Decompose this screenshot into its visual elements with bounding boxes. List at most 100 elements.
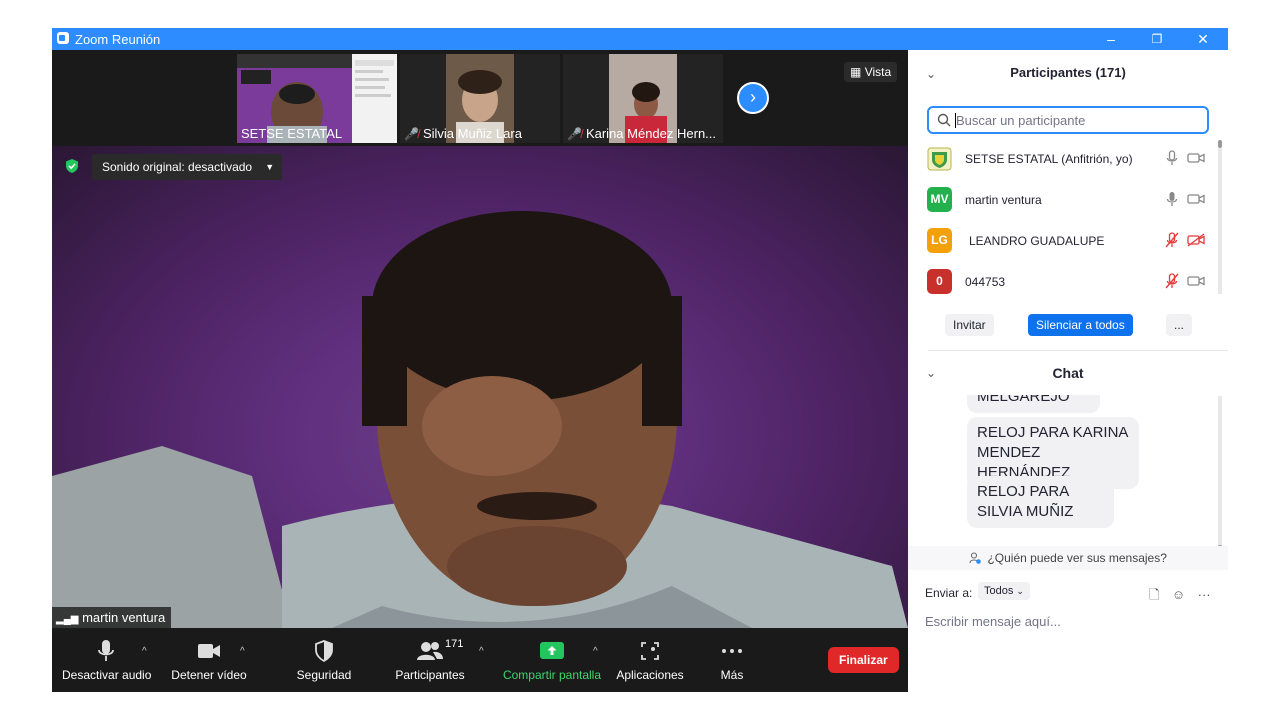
thumbnail-tile[interactable]: 🎤̸ Silvia Muñiz Lara xyxy=(400,54,560,143)
participant-name: 044753 xyxy=(965,275,1006,289)
participants-count: 171 xyxy=(445,638,464,650)
original-sound-label: Sonido original: desactivado xyxy=(102,160,253,174)
meeting-toolbar: Desactivar audio ^ Detener vídeo ^ Segur… xyxy=(52,628,908,692)
thumbnail-name: SETSE ESTATAL xyxy=(241,126,343,141)
chat-message: RELOJ PARA SILVIA MUÑIZ xyxy=(967,476,1114,528)
window-title: Zoom Reunión xyxy=(75,32,161,47)
participants-header: ⌄ Participantes (171) xyxy=(908,50,1228,96)
side-panel: ⌄ Participantes (171) Buscar un particip… xyxy=(908,50,1228,692)
participant-logo-avatar xyxy=(927,147,952,171)
grid-icon: ▦ xyxy=(850,65,862,79)
person-info-icon xyxy=(969,552,981,564)
participant-avatar: LG xyxy=(927,228,952,253)
thumbnail-strip: SETSE ESTATAL 🎤̸ Silvia Muñiz Lara 🎤̸ Ka… xyxy=(52,50,908,146)
zoom-app-icon xyxy=(57,32,69,44)
participants-icon xyxy=(417,642,443,660)
stop-video-label: Detener vídeo xyxy=(171,668,247,682)
participant-name: SETSE ESTATAL (Anfitrión, yo) xyxy=(965,152,1133,166)
participant-list: SETSE ESTATAL (Anfitrión, yo) MV martin … xyxy=(908,138,1228,298)
security-label: Seguridad xyxy=(296,668,352,682)
chat-messages: MELGAREJO RELOJ PARA KARINA MENDEZ HERNÁ… xyxy=(908,395,1220,545)
participant-name: martin ventura xyxy=(965,193,1042,207)
participants-title: Participantes (171) xyxy=(1010,65,1126,80)
participants-label: Participantes xyxy=(395,668,465,682)
end-meeting-button[interactable]: Finalizar xyxy=(828,647,899,673)
caret-down-icon: ▼ xyxy=(265,162,275,172)
mic-on-icon[interactable] xyxy=(1165,150,1179,166)
mic-muted-icon: 🎤̸ xyxy=(404,127,419,141)
recipient-value: Todos xyxy=(984,585,1014,597)
participants-button[interactable]: 171 Participantes xyxy=(394,638,466,682)
thumbnail-tile[interactable]: 🎤̸ Karina Méndez Hern... xyxy=(563,54,723,143)
emoji-icon[interactable]: ☺ xyxy=(1172,587,1185,602)
message-visibility-link[interactable]: ¿Quién puede ver sus mensajes? xyxy=(908,546,1228,570)
participant-row[interactable]: LG LEANDRO GUADALUPE xyxy=(908,220,1218,261)
participant-row[interactable]: 0 044753 xyxy=(908,261,1218,302)
visibility-label: ¿Quién puede ver sus mensajes? xyxy=(987,551,1167,565)
original-sound-toggle[interactable]: Sonido original: desactivado ▼ xyxy=(92,154,283,180)
mute-label: Desactivar audio xyxy=(62,668,152,682)
participant-avatar: MV xyxy=(927,187,952,212)
share-screen-button[interactable]: Compartir pantalla xyxy=(502,638,602,682)
mic-muted-icon[interactable] xyxy=(1165,232,1179,248)
camera-on-icon[interactable] xyxy=(1187,151,1205,165)
signal-bars-icon: ▂▄▆ xyxy=(56,614,79,625)
restore-button[interactable]: ❐ xyxy=(1134,28,1180,50)
camera-on-icon[interactable] xyxy=(1187,192,1205,206)
chat-message-input[interactable]: Escribir mensaje aquí... xyxy=(925,614,1061,629)
view-label: Vista xyxy=(864,65,892,79)
recipient-dropdown[interactable]: Todos ⌄ xyxy=(978,582,1030,600)
close-button[interactable]: ✕ xyxy=(1180,28,1226,50)
stop-video-button[interactable]: Detener vídeo xyxy=(170,638,248,682)
minimize-button[interactable]: – xyxy=(1088,28,1134,50)
invite-button[interactable]: Invitar xyxy=(945,314,994,336)
participant-name: LEANDRO GUADALUPE xyxy=(969,234,1105,248)
more-button[interactable]: Más xyxy=(712,638,752,682)
more-options-button[interactable]: ... xyxy=(1166,314,1193,336)
search-icon xyxy=(937,113,951,127)
chat-message: MELGAREJO xyxy=(967,395,1100,413)
more-label: Más xyxy=(720,668,744,682)
security-button[interactable]: Seguridad xyxy=(294,638,354,682)
security-shield-icon xyxy=(66,159,78,173)
chat-scrollbar[interactable] xyxy=(1217,396,1223,551)
mute-all-button[interactable]: Silenciar a todos xyxy=(1028,314,1133,336)
speaker-video-image xyxy=(52,211,908,628)
participant-list-scrollbar[interactable] xyxy=(1218,140,1222,294)
chat-title: Chat xyxy=(1052,365,1084,381)
speaker-name-tag: ▂▄▆ martin ventura xyxy=(52,607,172,628)
view-button[interactable]: ▦ Vista xyxy=(844,62,898,82)
share-screen-icon xyxy=(540,642,564,659)
mute-button[interactable]: Desactivar audio xyxy=(62,638,152,682)
speaker-name: martin ventura xyxy=(82,610,166,625)
search-placeholder: Buscar un participante xyxy=(956,113,1086,128)
participant-search-input[interactable]: Buscar un participante xyxy=(927,106,1209,134)
thumbnail-tile[interactable]: SETSE ESTATAL xyxy=(237,54,397,143)
participants-options-caret-icon[interactable]: ^ xyxy=(479,646,484,657)
section-divider xyxy=(928,350,1228,351)
audio-options-caret-icon[interactable]: ^ xyxy=(142,646,147,657)
security-icon xyxy=(315,640,333,663)
next-page-button[interactable]: › xyxy=(737,82,769,114)
camera-on-icon[interactable] xyxy=(1187,274,1205,288)
video-camera-icon xyxy=(198,644,220,658)
mic-muted-icon[interactable] xyxy=(1165,273,1179,289)
participant-row[interactable]: SETSE ESTATAL (Anfitrión, yo) xyxy=(908,138,1218,179)
chevron-down-icon: ⌄ xyxy=(1016,586,1024,596)
camera-off-icon[interactable] xyxy=(1187,233,1205,247)
video-area: SETSE ESTATAL 🎤̸ Silvia Muñiz Lara 🎤̸ Ka… xyxy=(52,50,908,692)
participant-avatar: 0 xyxy=(927,269,952,294)
apps-button[interactable]: Aplicaciones xyxy=(615,638,685,682)
video-options-caret-icon[interactable]: ^ xyxy=(240,646,245,657)
mic-muted-icon: 🎤̸ xyxy=(567,127,582,141)
more-dots-icon[interactable]: ··· xyxy=(1198,587,1211,602)
file-icon[interactable]: 🗋 xyxy=(1149,586,1159,608)
microphone-icon xyxy=(98,640,114,661)
chat-tools: 🗋 ☺ ··· xyxy=(1149,586,1219,608)
share-options-caret-icon[interactable]: ^ xyxy=(593,646,598,657)
thumbnail-name: Silvia Muñiz Lara xyxy=(422,126,522,141)
thumbnail-name-wrap: 🎤̸ Silvia Muñiz Lara xyxy=(404,126,522,141)
participant-row[interactable]: MV martin ventura xyxy=(908,179,1218,220)
more-dots-icon xyxy=(722,649,742,653)
mic-on-icon[interactable] xyxy=(1165,191,1179,207)
